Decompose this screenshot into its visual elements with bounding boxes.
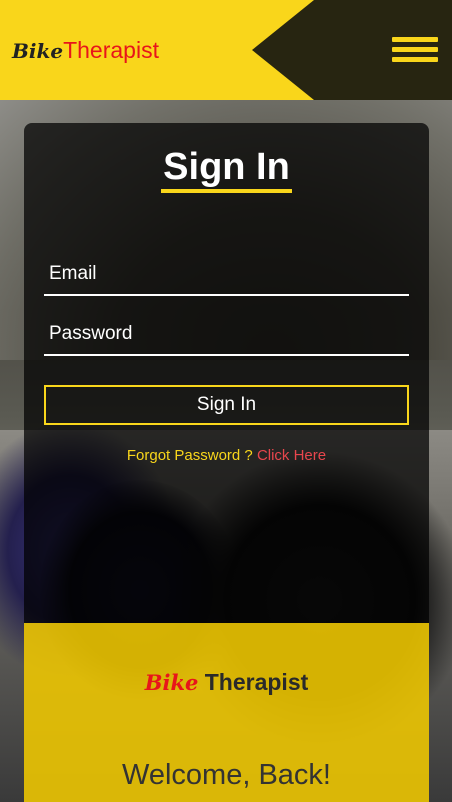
hamburger-menu-icon[interactable] xyxy=(392,37,440,63)
email-field-wrapper xyxy=(44,254,409,296)
menu-bar xyxy=(392,47,438,52)
logo-bike-text: Bike xyxy=(12,39,64,63)
logo-therapist-text: Therapist xyxy=(63,37,159,63)
panel-logo-bike-text: Bike xyxy=(144,670,199,695)
panel-logo-therapist-text: Therapist xyxy=(204,669,309,695)
panel-logo: Bike Therapist xyxy=(24,669,429,696)
site-header: BikeTherapist xyxy=(0,0,452,100)
welcome-heading: Welcome, Back! xyxy=(122,759,331,791)
menu-bar xyxy=(392,57,438,62)
forgot-password-link[interactable]: Click Here xyxy=(257,447,326,464)
password-field-wrapper xyxy=(44,314,409,356)
password-field[interactable] xyxy=(44,314,409,354)
signin-card: Sign In Sign In Forgot Password ? Click … xyxy=(24,123,429,623)
welcome-panel: Bike Therapist Welcome, Back! xyxy=(24,623,429,802)
site-logo[interactable]: BikeTherapist xyxy=(12,36,159,65)
signin-title: Sign In xyxy=(24,145,429,193)
signin-title-text: Sign In xyxy=(161,145,292,193)
signin-button[interactable]: Sign In xyxy=(44,385,409,425)
menu-bar xyxy=(392,37,438,42)
email-field[interactable] xyxy=(44,254,409,294)
forgot-password-text: Forgot Password ? xyxy=(126,447,253,464)
forgot-password-row: Forgot Password ? Click Here xyxy=(24,447,429,464)
